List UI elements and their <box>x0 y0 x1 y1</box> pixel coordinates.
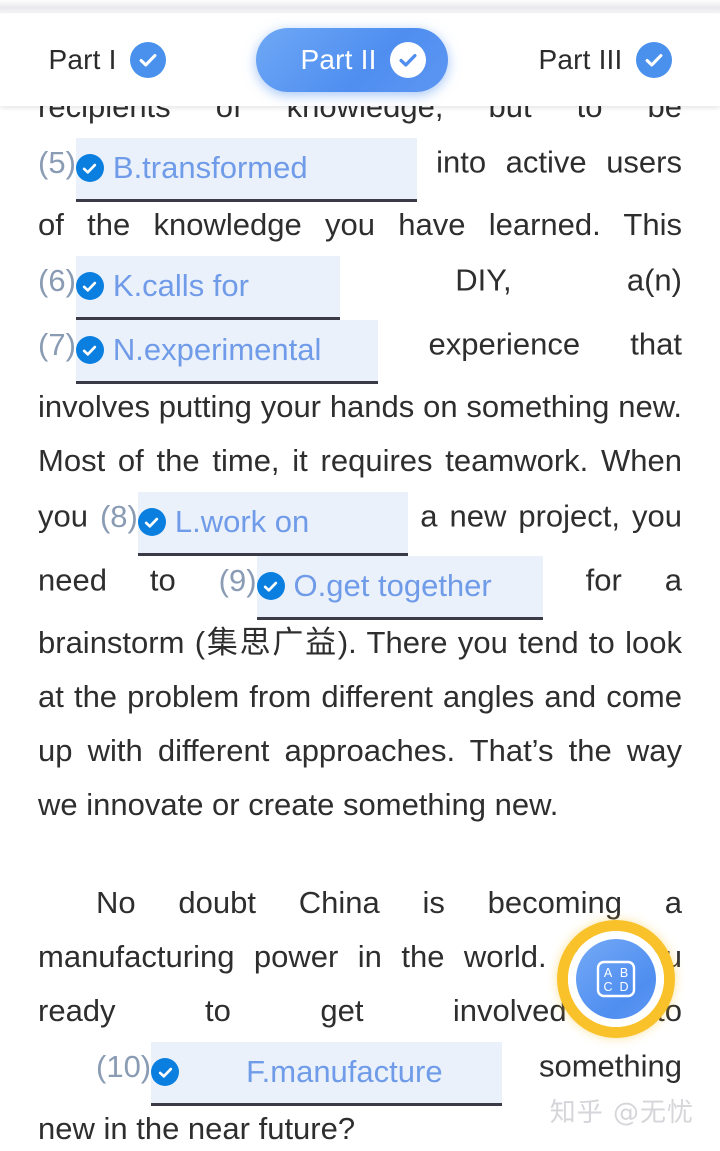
passage-paragraph-1: recipients of knowledge, but to be (5) B.… <box>0 96 720 832</box>
blank-9-field[interactable]: O.get together <box>256 556 543 620</box>
blank-6-answer: K.calls for <box>112 268 249 303</box>
blank-5[interactable]: (5) B.transformed <box>38 134 417 202</box>
blank-6-field[interactable]: K.calls for <box>75 256 340 320</box>
blank-10[interactable]: (10) F.manufacture <box>38 1038 502 1106</box>
blank-7-number: (7) <box>38 326 76 362</box>
blank-6[interactable]: (6) K.calls for <box>38 252 340 320</box>
tab-part-3-label: Part III <box>538 43 623 75</box>
blank-8[interactable]: (8) L.work on <box>99 488 409 556</box>
check-circle-icon <box>129 41 166 78</box>
svg-text:A: A <box>604 966 613 980</box>
check-circle-icon <box>256 572 285 600</box>
blank-8-number: (8) <box>99 498 138 534</box>
blank-7-answer: N.experimental <box>112 332 322 367</box>
tab-part-1[interactable]: Part I <box>42 41 171 78</box>
tab-part-3[interactable]: Part III <box>532 41 677 78</box>
passage-text: DIY, a(n) <box>340 262 682 298</box>
blank-5-answer: B.transformed <box>112 150 308 185</box>
blank-10-field[interactable]: F.manufacture <box>151 1042 502 1106</box>
status-bar-strip <box>0 0 720 13</box>
tab-part-2-label: Part II <box>300 43 377 75</box>
fab-core[interactable]: A B C D <box>576 939 656 1019</box>
tab-part-2[interactable]: Part II <box>256 27 448 92</box>
check-circle-icon <box>389 41 426 78</box>
blank-10-answer: F.manufacture <box>246 1054 443 1089</box>
blank-9-number: (9) <box>218 562 257 598</box>
tab-part-1-label: Part I <box>48 43 117 75</box>
answer-sheet-button[interactable]: A B C D <box>557 920 675 1038</box>
check-circle-icon <box>75 272 104 300</box>
svg-text:C: C <box>603 980 612 994</box>
blank-8-answer: L.work on <box>174 504 310 539</box>
blank-5-field[interactable]: B.transformed <box>75 138 417 202</box>
svg-text:B: B <box>620 966 628 980</box>
check-circle-icon <box>75 154 104 182</box>
abcd-options-icon: A B C D <box>596 960 636 998</box>
blank-9[interactable]: (9) O.get together <box>218 552 543 620</box>
svg-text:D: D <box>619 980 628 994</box>
blank-8-field[interactable]: L.work on <box>137 492 409 556</box>
blank-7-field[interactable]: N.experimental <box>75 320 379 384</box>
check-circle-icon <box>151 1058 180 1086</box>
check-circle-icon <box>635 41 672 78</box>
part-tab-bar: Part I Part II Part III <box>0 13 720 106</box>
watermark: 知乎 @无忧 <box>549 1098 694 1128</box>
check-circle-icon <box>137 508 166 536</box>
blank-9-answer: O.get together <box>293 568 492 603</box>
blank-10-number: (10) <box>96 1048 152 1084</box>
check-circle-icon <box>75 336 104 364</box>
blank-7[interactable]: (7) N.experimental <box>38 316 379 384</box>
blank-6-number: (6) <box>38 262 76 298</box>
blank-5-number: (5) <box>38 144 76 180</box>
